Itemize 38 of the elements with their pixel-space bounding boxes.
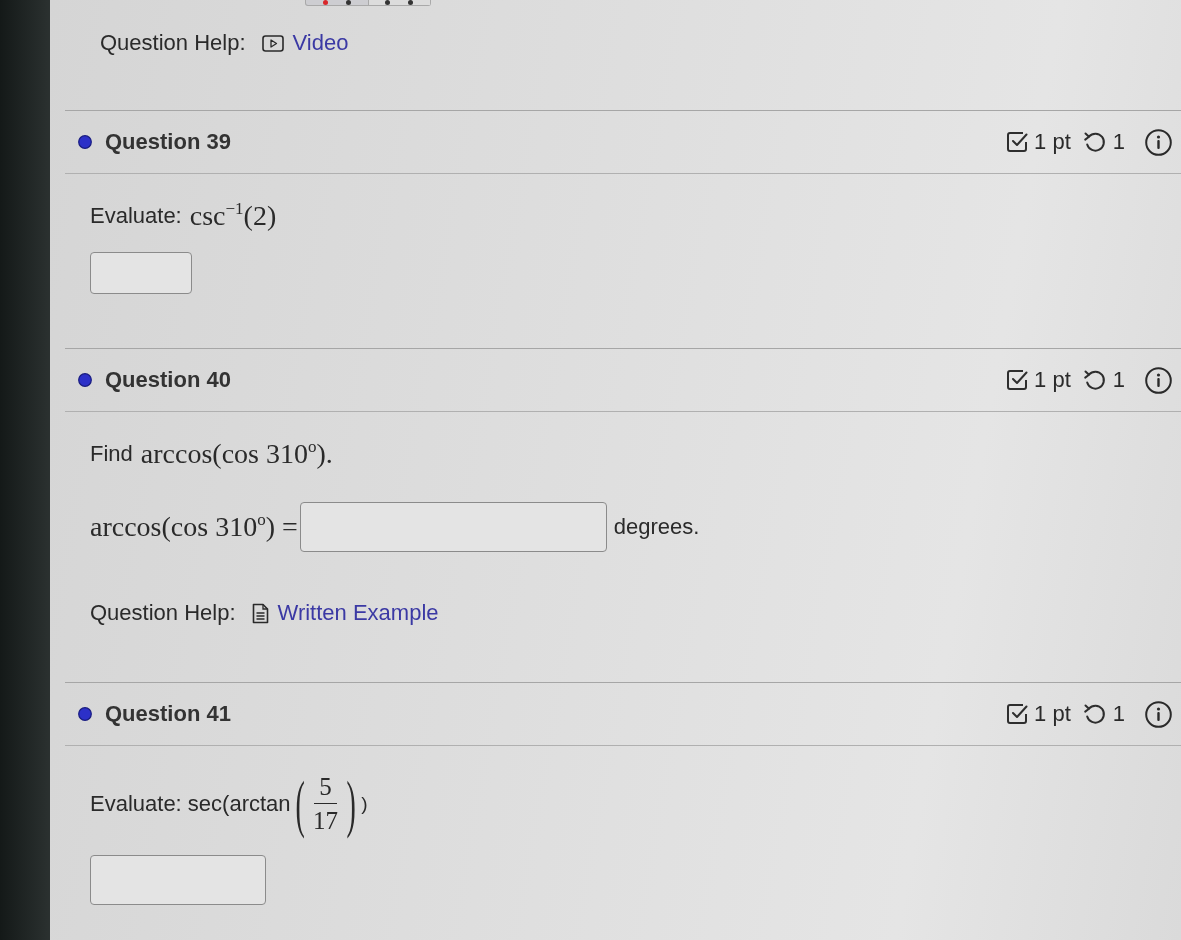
attempts-label: 1 bbox=[1112, 701, 1125, 727]
dot-icon bbox=[408, 0, 414, 5]
video-link[interactable]: Video bbox=[261, 30, 349, 56]
equation-text: arccos(cos 310$^{o}$) = bbox=[90, 511, 298, 543]
document-icon bbox=[251, 602, 269, 624]
question-prompt: Evaluate: csc$^{−1}$(2) bbox=[90, 200, 277, 232]
dot-icon bbox=[385, 0, 391, 5]
info-icon[interactable] bbox=[1145, 128, 1172, 156]
points-label: 1 pt bbox=[1034, 701, 1071, 727]
question-title: Question 41 bbox=[105, 701, 231, 727]
help-label: Question Help: bbox=[90, 600, 236, 626]
info-icon[interactable] bbox=[1145, 700, 1172, 728]
question-prompt: Find arccos(cos 310$^{o}$). bbox=[90, 438, 333, 470]
question-title: Question 40 bbox=[105, 367, 231, 393]
points-label: 1 pt bbox=[1034, 367, 1071, 393]
checked-box-icon bbox=[1006, 369, 1029, 391]
answer-field[interactable] bbox=[299, 502, 607, 552]
dot-icon bbox=[345, 0, 351, 5]
points-label: 1 pt bbox=[1034, 129, 1071, 155]
dot-icon bbox=[322, 0, 328, 5]
checked-box-icon bbox=[1006, 703, 1029, 725]
question-title: Question 39 bbox=[105, 129, 231, 155]
circular-arrow-icon bbox=[1082, 131, 1107, 153]
info-icon[interactable] bbox=[1145, 366, 1172, 394]
answer-field[interactable] bbox=[90, 252, 192, 294]
circular-arrow-icon bbox=[1082, 703, 1107, 725]
status-dot-icon bbox=[78, 373, 92, 387]
status-dot-icon bbox=[78, 707, 92, 721]
written-example-link[interactable]: Written Example bbox=[251, 600, 439, 626]
checked-box-icon bbox=[1006, 131, 1029, 153]
unit-label: degrees. bbox=[613, 514, 700, 540]
play-icon bbox=[261, 34, 284, 52]
attempts-label: 1 bbox=[1112, 367, 1125, 393]
attempts-label: 1 bbox=[1112, 129, 1125, 155]
circular-arrow-icon bbox=[1082, 369, 1107, 391]
help-label: Question Help: bbox=[100, 30, 246, 56]
answer-field[interactable] bbox=[90, 855, 266, 905]
status-dot-icon bbox=[78, 135, 92, 149]
